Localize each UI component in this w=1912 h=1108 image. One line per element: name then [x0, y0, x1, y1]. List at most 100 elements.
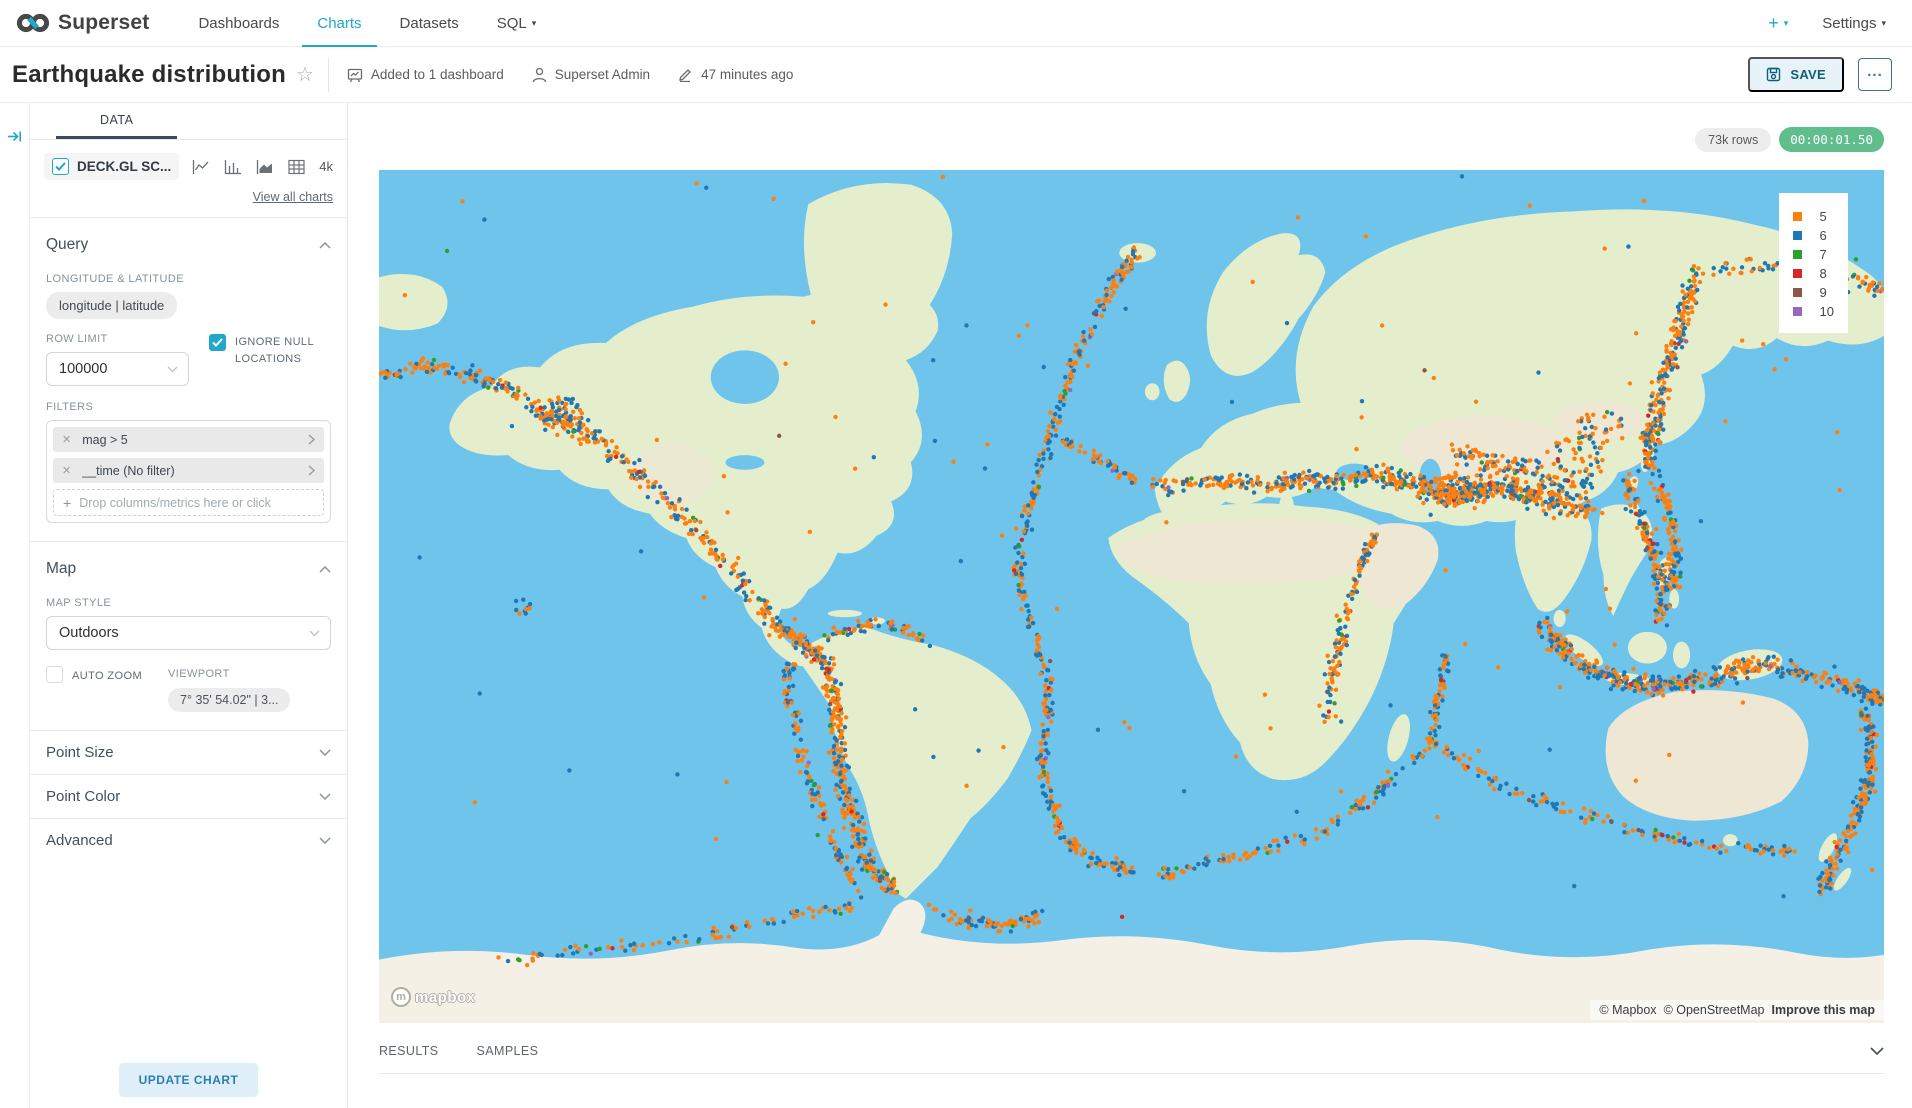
brand-name: Superset	[58, 11, 149, 35]
nav-item-sql[interactable]: SQL ▾	[478, 0, 556, 46]
mapbox-logo[interactable]: m mapbox	[391, 987, 476, 1007]
results-pane-tabs: RESULTS SAMPLES	[379, 1044, 1884, 1074]
chevron-down-icon	[319, 793, 331, 800]
legend-label: 9	[1820, 285, 1827, 300]
island-sri-lanka	[1553, 610, 1565, 627]
panel-tabs: DATA	[30, 103, 347, 140]
mapbox-attribution-link[interactable]: © Mapbox	[1599, 1003, 1656, 1017]
line-chart-icon[interactable]	[192, 159, 210, 175]
viewport-chip[interactable]: 7° 35' 54.02" | 3...	[168, 688, 290, 712]
legend-swatch	[1793, 269, 1802, 278]
pencil-icon	[678, 67, 693, 82]
chevron-right-icon[interactable]	[308, 434, 315, 445]
chevron-right-icon[interactable]	[308, 465, 315, 476]
legend-item: 8	[1793, 266, 1834, 281]
section-map[interactable]: Map	[30, 542, 347, 582]
landmass-arabia	[1355, 523, 1439, 609]
ignore-null-checkbox[interactable]	[209, 334, 226, 351]
island-tasmania	[1723, 834, 1738, 846]
chart-meta: Added to 1 dashboard Superset Admin 47 m…	[328, 58, 793, 92]
map-canvas[interactable]: 5678910 m mapbox © Mapbox © OpenStreetMa…	[379, 170, 1884, 1023]
legend-swatch	[1793, 250, 1802, 259]
legend-label: 6	[1820, 228, 1827, 243]
page-title: Earthquake distribution	[12, 61, 286, 89]
legend-swatch	[1793, 307, 1802, 316]
remove-filter-icon[interactable]: ✕	[62, 464, 71, 477]
table-icon[interactable]	[288, 159, 305, 175]
ignore-null-label: IGNORE NULL LOCATIONS	[235, 334, 331, 386]
auto-zoom-checkbox[interactable]	[46, 666, 63, 683]
section-point-color[interactable]: Point Color	[30, 774, 347, 818]
save-icon	[1766, 67, 1781, 82]
favorite-star-icon[interactable]: ☆	[296, 62, 314, 87]
hudson-bay	[711, 350, 779, 404]
section-point-size[interactable]: Point Size	[30, 730, 347, 774]
row-limit-select[interactable]: 100000	[46, 352, 189, 386]
great-lakes	[725, 455, 764, 470]
last-modified-badge[interactable]: 47 minutes ago	[678, 67, 793, 82]
legend-label: 10	[1820, 304, 1834, 319]
desert-gobi	[1552, 402, 1645, 441]
view-all-charts-link[interactable]: View all charts	[30, 182, 347, 217]
landmass-ireland	[1145, 383, 1160, 400]
map-style-select[interactable]: Outdoors	[46, 616, 331, 650]
landmass-indochina	[1598, 504, 1652, 616]
plus-icon: +	[63, 495, 71, 511]
update-chart-button[interactable]: UPDATE CHART	[119, 1063, 259, 1097]
chevron-up-icon	[319, 566, 331, 573]
filters-box: ✕ mag > 5 ✕ __time (No filter) +	[46, 420, 331, 523]
map-attribution: © Mapbox © OpenStreetMap Improve this ma…	[1590, 1000, 1884, 1020]
filter-chip-mag[interactable]: ✕ mag > 5	[53, 427, 324, 452]
tab-samples[interactable]: SAMPLES	[477, 1044, 539, 1058]
settings-menu[interactable]: Settings ▾	[1822, 15, 1886, 32]
legend-item: 10	[1793, 304, 1834, 319]
legend-label: 7	[1820, 247, 1827, 262]
viz-type-chip[interactable]: DECK.GL SC...	[44, 153, 179, 180]
osm-attribution-link[interactable]: © OpenStreetMap	[1664, 1003, 1765, 1017]
superset-logo-icon	[16, 12, 50, 34]
island-madagascar	[1383, 712, 1414, 764]
area-chart-icon[interactable]	[256, 159, 274, 175]
tab-data[interactable]: DATA	[56, 103, 177, 139]
nav-item-dashboards[interactable]: Dashboards	[179, 0, 298, 46]
chevron-down-icon	[309, 630, 320, 637]
chevron-down-icon: ▾	[1881, 18, 1886, 29]
section-advanced[interactable]: Advanced	[30, 818, 347, 862]
top-navbar: Superset Dashboards Charts Datasets SQL …	[0, 0, 1912, 47]
improve-map-link[interactable]: Improve this map	[1772, 1003, 1876, 1017]
more-actions-button[interactable]: ...	[1858, 58, 1892, 91]
viz-selected-checkbox[interactable]	[52, 158, 69, 175]
island-borneo	[1628, 632, 1667, 664]
auto-zoom-label: AUTO ZOOM	[72, 666, 142, 685]
chevron-down-icon	[319, 749, 331, 756]
owner-badge[interactable]: Superset Admin	[532, 67, 650, 83]
chevron-down-icon	[319, 837, 331, 844]
bar-chart-icon[interactable]	[224, 159, 242, 175]
legend-item: 9	[1793, 285, 1834, 300]
remove-filter-icon[interactable]: ✕	[62, 433, 71, 446]
expand-results-chevron-icon[interactable]	[1870, 1047, 1884, 1055]
chevron-up-icon	[319, 242, 331, 249]
legend-swatch	[1793, 231, 1802, 240]
lon-lat-chip[interactable]: longitude | latitude	[46, 292, 177, 319]
user-icon	[532, 67, 547, 83]
tab-results[interactable]: RESULTS	[379, 1044, 439, 1058]
island-cuba	[828, 610, 862, 617]
filter-dropzone[interactable]: + Drop columns/metrics here or click	[53, 489, 324, 516]
filter-chip-time[interactable]: ✕ __time (No filter)	[53, 458, 324, 483]
nav-item-datasets[interactable]: Datasets	[381, 0, 478, 46]
mapbox-logo-icon: m	[391, 987, 411, 1007]
superset-brand[interactable]: Superset	[16, 0, 149, 46]
section-query[interactable]: Query	[30, 218, 347, 258]
collapse-panel-icon[interactable]	[7, 129, 22, 1108]
nav-item-charts[interactable]: Charts	[298, 0, 380, 46]
lon-lat-label: LONGITUDE & LATITUDE	[46, 273, 331, 285]
legend-label: 8	[1820, 266, 1827, 281]
new-item-button[interactable]: + ▾	[1768, 13, 1788, 34]
legend-item: 7	[1793, 247, 1834, 262]
save-button[interactable]: SAVE	[1748, 57, 1844, 92]
map-legend: 5678910	[1779, 193, 1848, 333]
row-limit-label: ROW LIMIT	[46, 333, 189, 345]
chevron-down-icon: ▾	[1784, 18, 1789, 29]
dashboards-badge[interactable]: Added to 1 dashboard	[347, 67, 504, 83]
